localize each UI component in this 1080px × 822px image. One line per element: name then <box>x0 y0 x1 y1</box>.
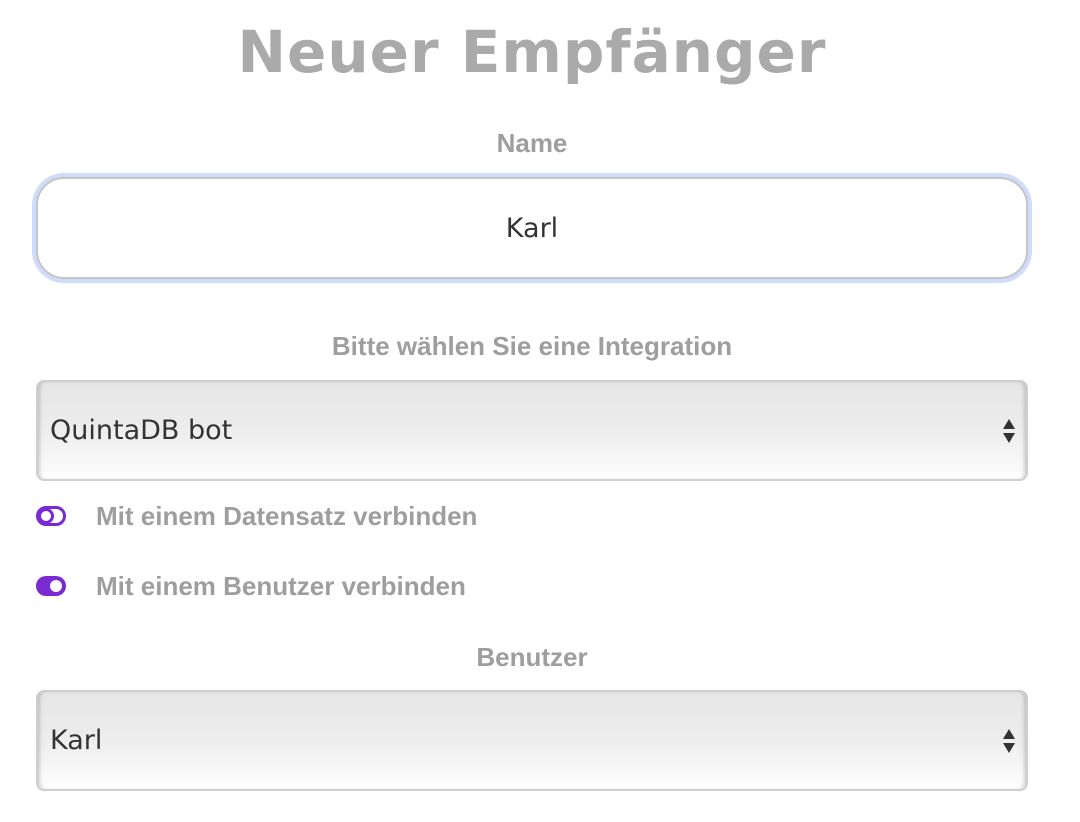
toggle-row-benutzer[interactable]: Mit einem Benutzer verbinden <box>36 568 466 604</box>
integration-select[interactable]: QuintaDB bot <box>36 380 1028 481</box>
toggle-off-icon[interactable] <box>36 506 66 526</box>
name-input[interactable] <box>36 177 1028 279</box>
toggle-label-benutzer: Mit einem Benutzer verbinden <box>96 570 466 601</box>
updown-chevron-icon <box>1003 419 1015 443</box>
user-select-value: Karl <box>50 725 103 756</box>
integration-label: Bitte wählen Sie eine Integration <box>331 331 733 361</box>
name-label: Name <box>496 128 568 158</box>
updown-chevron-icon <box>1003 729 1015 753</box>
toggle-row-datensatz[interactable]: Mit einem Datensatz verbinden <box>36 498 477 534</box>
toggle-on-icon[interactable] <box>36 576 66 596</box>
user-select[interactable]: Karl <box>36 690 1028 791</box>
toggle-label-datensatz: Mit einem Datensatz verbinden <box>96 500 478 531</box>
page-title: Neuer Empfänger <box>237 18 827 86</box>
integration-select-value: QuintaDB bot <box>50 415 233 446</box>
user-label: Benutzer <box>476 642 588 672</box>
